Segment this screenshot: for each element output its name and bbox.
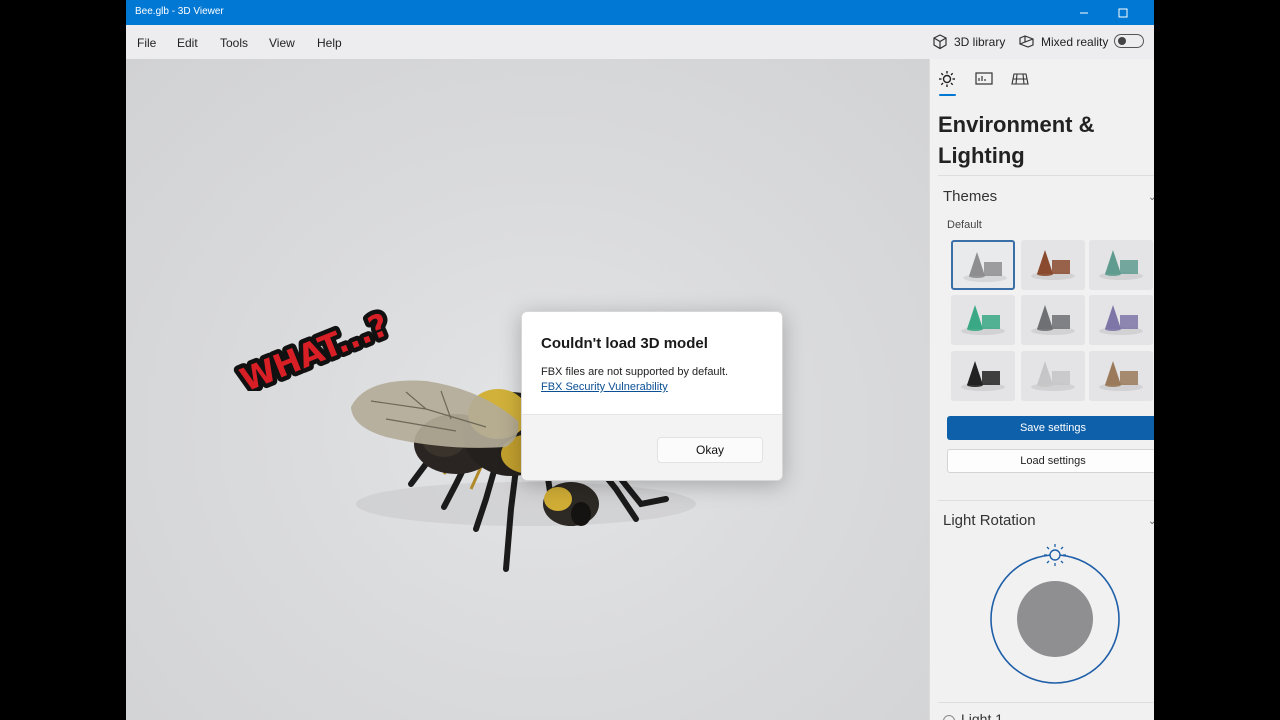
theme-preview-shapes — [1031, 361, 1075, 391]
divider — [938, 175, 1154, 176]
error-dialog: Couldn't load 3D model FBX files are not… — [521, 311, 783, 481]
environment-panel: Environment & Lighting Themes ⌄ Default … — [929, 59, 1154, 720]
theme-option[interactable] — [1021, 295, 1085, 345]
menu-edit[interactable]: Edit — [177, 36, 198, 50]
light1-label: Light 1 — [961, 711, 1004, 720]
theme-option[interactable] — [951, 240, 1015, 290]
app-window: Bee.glb - 3D Viewer File Edit Tools View… — [126, 0, 1154, 720]
theme-option[interactable] — [1089, 295, 1153, 345]
menu-help[interactable]: Help — [317, 36, 342, 50]
divider — [938, 500, 1154, 501]
theme-option[interactable] — [1089, 240, 1153, 290]
divider — [938, 702, 1154, 703]
dialog-message: FBX files are not supported by default. — [541, 366, 729, 378]
dialog-footer: Okay — [522, 414, 782, 480]
tab-environment[interactable] — [937, 69, 957, 89]
menu-file[interactable]: File — [137, 36, 156, 50]
load-settings-button[interactable]: Load settings — [947, 449, 1154, 473]
light-rotation-section-header[interactable]: Light Rotation — [943, 512, 1036, 529]
theme-option[interactable] — [1021, 240, 1085, 290]
theme-preview-shapes — [1099, 361, 1143, 391]
light-sphere — [1017, 581, 1093, 657]
maximize-icon — [1118, 8, 1128, 17]
minimize-button[interactable] — [1064, 0, 1104, 25]
theme-preview-shapes — [1031, 305, 1075, 335]
active-tab-indicator — [939, 94, 956, 96]
dialog-title: Couldn't load 3D model — [541, 335, 708, 352]
themes-section-header[interactable]: Themes — [943, 188, 997, 205]
themes-default-label: Default — [947, 219, 982, 231]
theme-preview-shapes — [1099, 305, 1143, 335]
theme-option[interactable] — [951, 351, 1015, 401]
title-bar: Bee.glb - 3D Viewer — [126, 0, 1154, 25]
library-button[interactable]: 3D library — [932, 34, 1005, 50]
okay-button[interactable]: Okay — [657, 437, 763, 463]
tab-stats[interactable] — [974, 69, 994, 89]
chevron-down-icon[interactable]: ⌄ — [1148, 516, 1154, 527]
minimize-icon — [1080, 12, 1088, 13]
chevron-down-icon[interactable]: ⌄ — [1148, 192, 1154, 203]
save-settings-button[interactable]: Save settings — [947, 416, 1154, 440]
library-label: 3D library — [954, 35, 1006, 49]
theme-preview-shapes — [1031, 250, 1075, 280]
theme-preview-shapes — [961, 305, 1005, 335]
toggle-knob — [1118, 37, 1126, 45]
theme-preview-shapes — [1099, 250, 1143, 280]
menu-view[interactable]: View — [269, 36, 295, 50]
theme-preview-shapes — [963, 252, 1007, 282]
maximize-button[interactable] — [1103, 0, 1143, 25]
menu-bar: File Edit Tools View Help 3D library Mix… — [126, 25, 1154, 59]
theme-preview-shapes — [961, 361, 1005, 391]
what-overlay: WHAT...? WHAT...? — [230, 301, 398, 391]
stats-icon — [975, 72, 993, 85]
mixed-reality-button[interactable]: Mixed reality — [1018, 34, 1108, 50]
fbx-security-link[interactable]: FBX Security Vulnerability — [541, 381, 668, 393]
light-rotation-control[interactable] — [980, 539, 1130, 689]
light1-radio[interactable] — [943, 715, 955, 720]
what-overlay-text: WHAT...? — [235, 305, 394, 391]
window-title: Bee.glb - 3D Viewer — [135, 6, 224, 17]
mixed-reality-icon — [1019, 35, 1034, 48]
theme-option[interactable] — [951, 295, 1015, 345]
tab-grid[interactable] — [1010, 69, 1030, 89]
theme-option[interactable] — [1089, 351, 1153, 401]
mixed-reality-toggle[interactable] — [1114, 34, 1144, 48]
panel-title: Environment & Lighting — [938, 112, 1095, 168]
mixed-reality-label: Mixed reality — [1041, 35, 1109, 49]
menu-tools[interactable]: Tools — [220, 36, 248, 50]
grid-icon — [1011, 73, 1029, 85]
sun-icon — [939, 71, 955, 87]
cube-icon — [933, 34, 947, 50]
theme-option[interactable] — [1021, 351, 1085, 401]
